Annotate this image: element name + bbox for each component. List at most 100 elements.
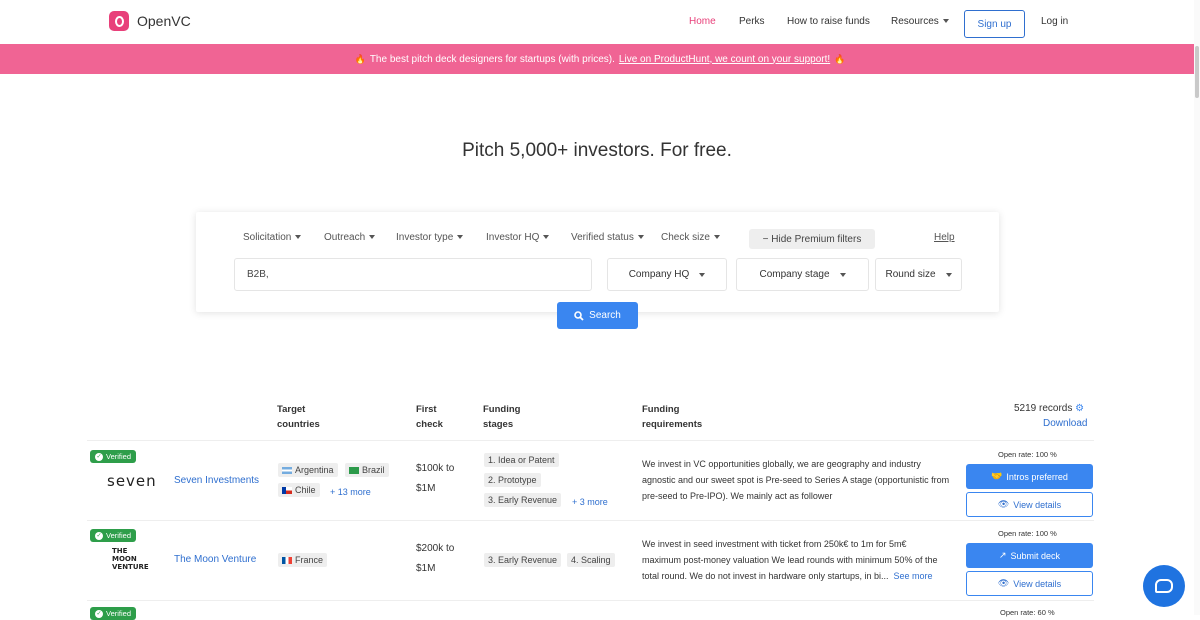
verified-label: Verified [106,531,132,540]
filter-investor-type[interactable]: Investor type [396,232,464,243]
download-link[interactable]: Download [1043,418,1087,429]
verified-badge: ✓ Verified [90,450,137,463]
header-funding-stages-line2: stages [483,419,514,430]
page-scrollbar[interactable] [1194,0,1200,615]
verified-badge: ✓ Verified [90,607,137,620]
log-in-link[interactable]: Log in [1041,16,1068,27]
stage-tag: 4. Scaling [567,553,615,567]
caret-down-icon [457,235,464,240]
caret-down-icon [945,272,952,277]
funding-requirements-text: We invest in seed investment with ticket… [642,536,958,584]
header-first-check: First check [416,402,443,432]
company-hq-select[interactable]: Company HQ [607,258,727,291]
nav-home-link[interactable]: Home [689,16,716,27]
brand-logo[interactable]: OpenVC [109,11,191,31]
header-funding-stages: Funding stages [483,402,520,432]
hero-title: Pitch 5,000+ investors. For free. [462,140,732,161]
filter-solicitation-label: Solicitation [243,232,292,243]
caret-down-icon [839,272,846,277]
filter-outreach[interactable]: Outreach [324,232,376,243]
investor-name-link[interactable]: The Moon Venture [174,554,256,565]
requirements-line: maximum post-money valuation We lead rou… [642,555,938,565]
scrollbar-thumb[interactable] [1195,46,1199,98]
row-divider [87,600,1094,601]
nav-resources-dropdown[interactable]: Resources [891,16,949,27]
requirements-line-text: total round. We do not invest in hardwar… [642,571,889,581]
first-check-line1: $200k to [416,543,455,554]
company-stage-select[interactable]: Company stage [736,258,869,291]
open-rate: Open rate: 100 % [998,529,1057,538]
country-tag: Brazil [345,463,389,477]
requirements-line: pre-seed to Pre-IPO). We mainly act as f… [642,491,833,501]
investor-name-link[interactable]: Seven Investments [174,475,259,486]
country-tag-label: Chile [295,485,316,495]
seven-investments-logo: seven [107,472,157,490]
first-check-value: $100k to $1M [416,459,454,499]
banner-text: The best pitch deck designers for startu… [369,53,615,65]
filter-verified-status[interactable]: Verified status [571,232,644,243]
submit-deck-button[interactable]: ↗ Submit deck [966,543,1093,568]
country-tag-label: Argentina [295,465,334,475]
filter-solicitation[interactable]: Solicitation [243,232,302,243]
eye-icon: 👁 [997,499,1010,509]
intros-preferred-button[interactable]: 🤝 Intros preferred [966,464,1093,489]
stage-tag: 3. Early Revenue [484,493,562,507]
funding-requirements-text: We invest in VC opportunities globally, … [642,456,958,504]
filter-investor-type-label: Investor type [396,232,454,243]
requirements-line: agnostic and our sweet spot is Pre-seed … [642,475,950,485]
see-more-link[interactable]: See more [893,571,932,581]
eye-icon: 👁 [997,578,1010,588]
search-button[interactable]: Search [557,302,638,329]
row-divider [87,520,1094,521]
sign-up-button[interactable]: Sign up [964,10,1025,38]
gear-icon[interactable]: ⚙ [1075,403,1084,414]
more-stages-link[interactable]: + 3 more [572,497,608,507]
check-icon: ✓ [95,531,103,540]
first-check-value: $200k to $1M [416,539,454,579]
header-funding-requirements-line1: Funding [642,404,680,415]
caret-down-icon [369,235,376,240]
logo-line: VENTURE [112,563,149,571]
chat-bubble-icon [1155,579,1173,593]
filter-check-size[interactable]: Check size [661,232,720,243]
header-target-countries-line2: countries [277,419,320,430]
first-check-line2: $1M [416,483,436,494]
openvc-logo-icon [109,11,129,31]
company-hq-label: Company HQ [628,269,690,280]
filter-investor-hq[interactable]: Investor HQ [486,232,550,243]
filter-outreach-label: Outreach [324,232,366,243]
chile-flag-icon [282,486,292,494]
view-details-button[interactable]: 👁 View details [966,571,1093,596]
nav-raise-funds-link[interactable]: How to raise funds [787,16,870,27]
open-rate: Open rate: 60 % [1000,608,1055,617]
view-details-button[interactable]: 👁 View details [966,492,1093,517]
more-countries-link[interactable]: + 13 more [330,487,371,497]
keyword-search-input[interactable]: B2B, [234,258,592,291]
check-icon: ✓ [95,609,103,618]
round-size-select[interactable]: Round size [875,258,962,291]
help-link[interactable]: Help [934,232,955,243]
search-icon [574,310,584,321]
banner-link[interactable]: Live on ProductHunt, we count on your su… [619,54,830,65]
first-check-line2: $1M [416,563,436,574]
header-first-check-line1: First [416,404,437,415]
chat-launcher-button[interactable] [1143,565,1185,607]
caret-down-icon [942,19,949,24]
intros-preferred-label: Intros preferred [1006,471,1068,482]
hide-premium-label: Hide Premium filters [771,233,862,245]
hide-premium-filters-button[interactable]: − Hide Premium filters [749,229,875,249]
requirements-line: We invest in VC opportunities globally, … [642,459,921,469]
moon-venture-logo: THE MOON VENTURE [112,547,149,571]
logo-line: THE [112,547,128,555]
round-size-label: Round size [885,269,936,280]
search-button-label: Search [589,310,621,321]
caret-down-icon [295,235,302,240]
header-funding-stages-line1: Funding [483,404,521,415]
stage-tag: 3. Early Revenue [484,553,562,567]
nav-perks-link[interactable]: Perks [739,16,765,27]
header-target-countries-line1: Target [277,404,306,415]
country-tag: France [278,553,328,567]
row-divider [87,440,1094,441]
handshake-icon: 🤝 [991,471,1003,481]
filter-investor-hq-label: Investor HQ [486,232,540,243]
